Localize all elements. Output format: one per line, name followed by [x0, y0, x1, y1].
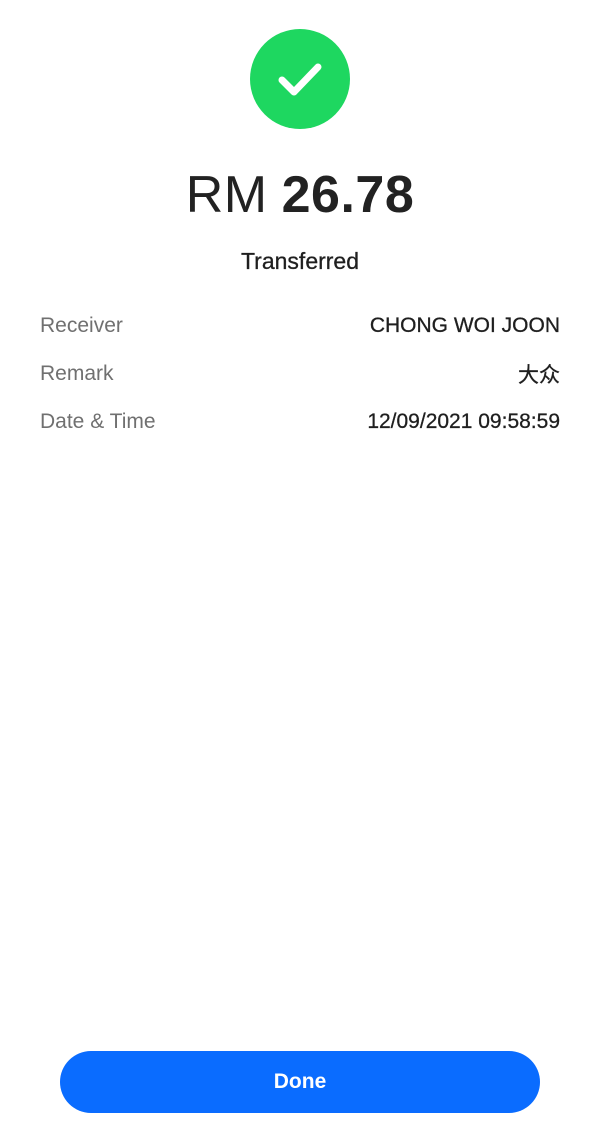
amount-value: 26.78 [281, 166, 415, 224]
detail-value: 大众 [518, 364, 560, 387]
detail-label: Receiver [40, 314, 123, 337]
detail-row-receiver: Receiver CHONG WOI JOON [40, 302, 560, 350]
check-icon [278, 63, 322, 96]
done-button[interactable]: Done [60, 1051, 540, 1113]
detail-value: CHONG WOI JOON [369, 314, 560, 337]
detail-row-date-time: Date & Time 12/09/2021 09:58:59 [40, 398, 560, 446]
transfer-details: Receiver CHONG WOI JOON Remark 大众 Date &… [40, 302, 560, 446]
amount-currency: RM [185, 166, 268, 224]
detail-row-remark: Remark 大众 [40, 350, 560, 398]
detail-label: Date & Time [40, 410, 156, 433]
transfer-status: Transferred [240, 248, 360, 274]
success-badge [250, 29, 350, 129]
detail-label: Remark [40, 362, 114, 385]
detail-value: 12/09/2021 09:58:59 [367, 410, 560, 433]
transfer-amount: RM 26.78 [0, 163, 600, 227]
